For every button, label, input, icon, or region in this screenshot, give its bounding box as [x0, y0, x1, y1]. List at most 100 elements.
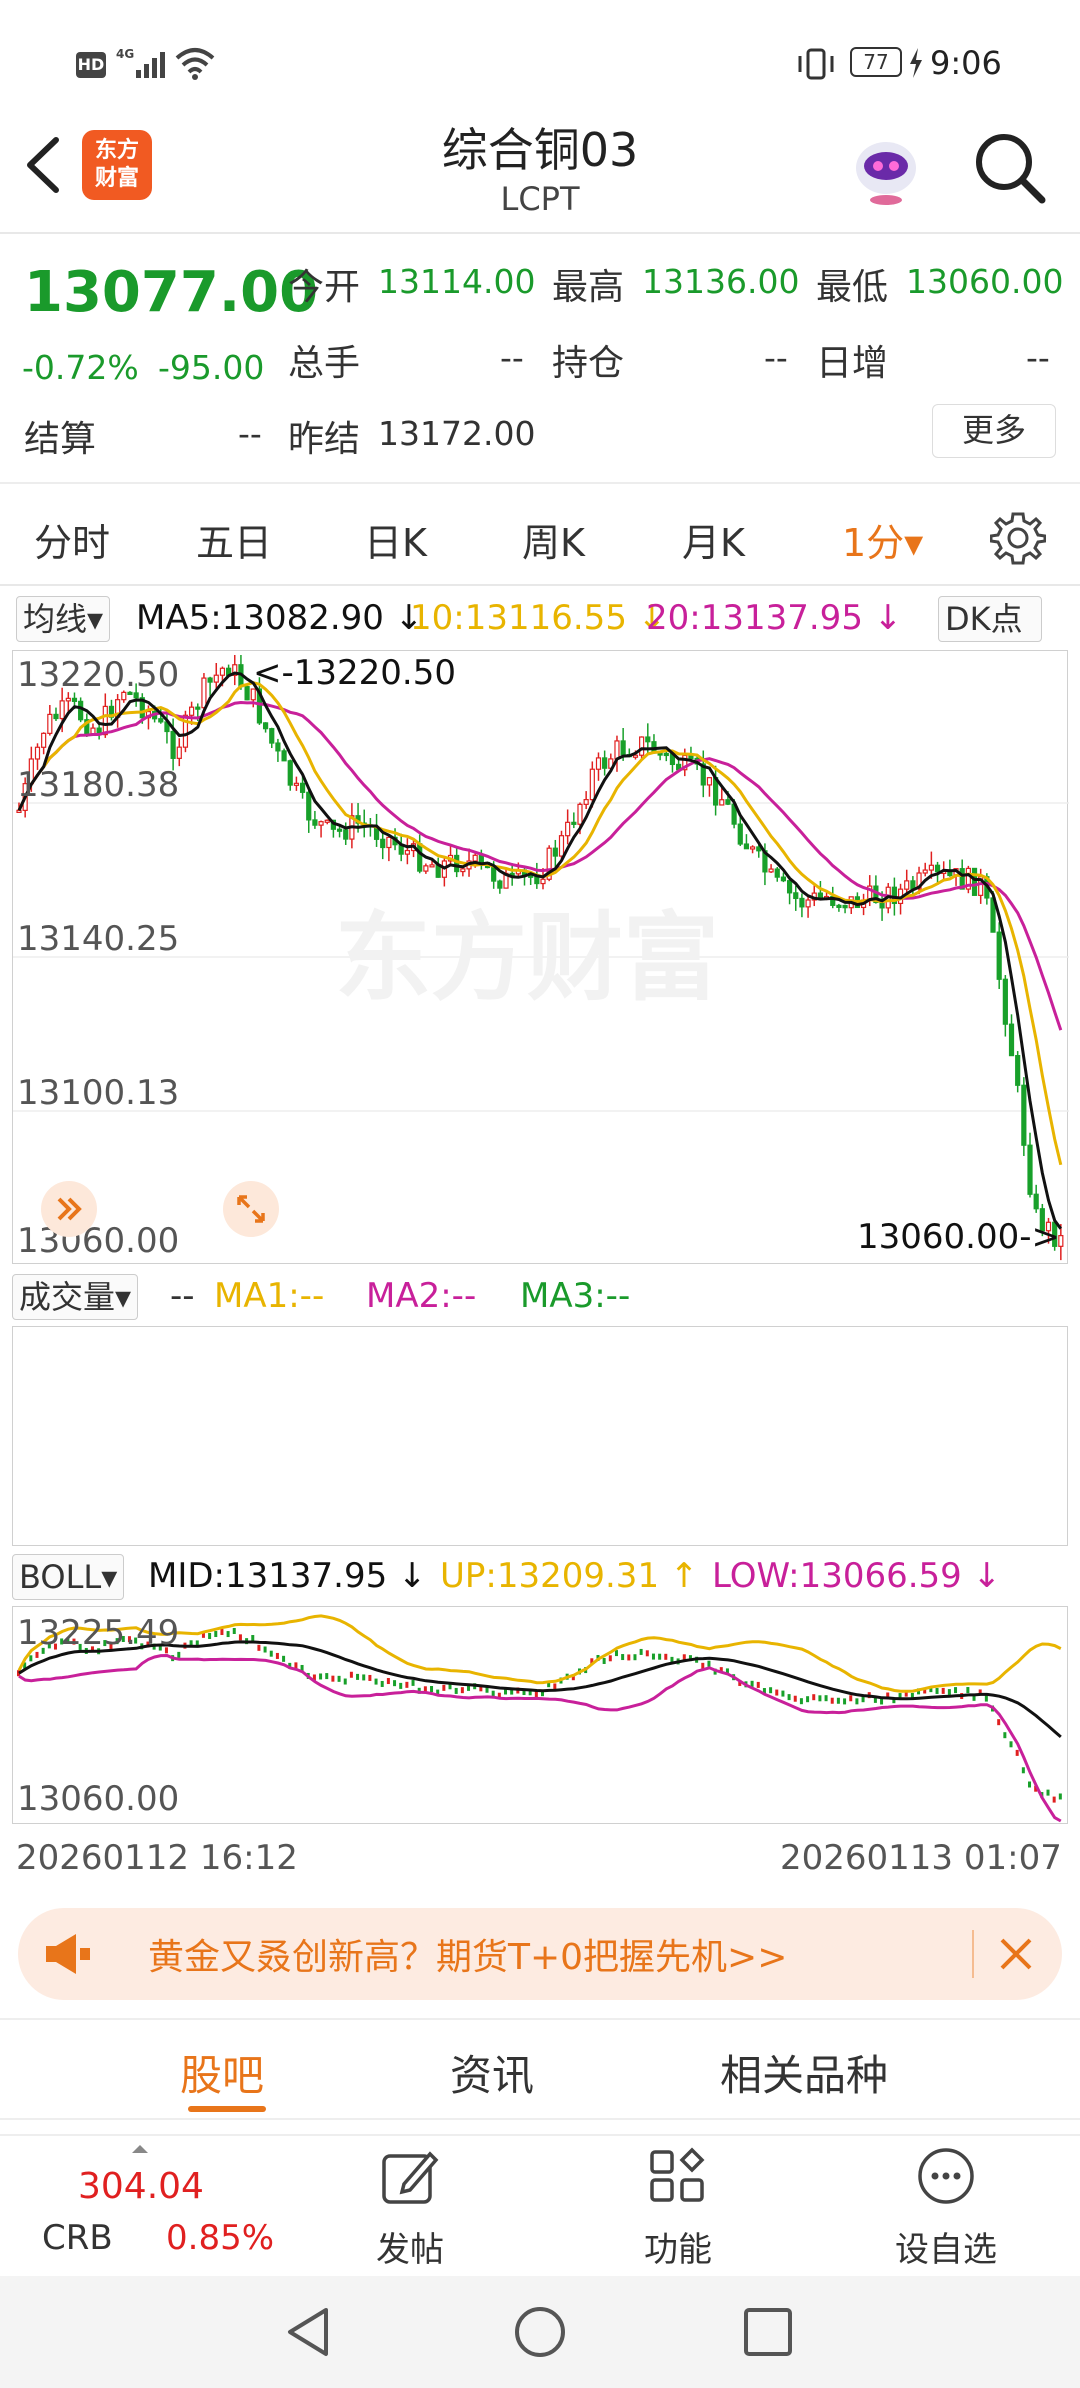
candle-body [219, 667, 226, 676]
y-tick-1: 13220.50 [17, 655, 180, 695]
volume-chart[interactable] [12, 1326, 1068, 1546]
tab-one-minute[interactable]: 1分▾ [842, 512, 923, 567]
boll-candle [386, 1678, 390, 1685]
boll-candle [947, 1689, 951, 1696]
prev-settle-label: 昨结 [288, 419, 361, 460]
boll-candle [1046, 1789, 1050, 1796]
candle-body [632, 754, 639, 758]
boll-candle [319, 1673, 323, 1680]
boll-candle [775, 1689, 779, 1696]
functions-button[interactable]: 功能 [598, 2136, 758, 2276]
y-tick-2: 13180.38 [17, 765, 180, 805]
boll-candle [220, 1629, 224, 1636]
candle-body [386, 836, 392, 849]
kline-chart[interactable]: 东方财富 13220.50 13180.38 13140.25 13100.13… [12, 650, 1069, 1264]
candle-body [620, 740, 626, 756]
candle-body [1027, 1144, 1033, 1195]
candle-body [201, 677, 207, 709]
add-watchlist-button[interactable]: 设自选 [866, 2136, 1026, 2276]
tab-monthly-k[interactable]: 月K [682, 512, 745, 567]
post-button[interactable]: 发帖 [330, 2136, 490, 2276]
boll-candle [349, 1671, 353, 1678]
vol-ma1-legend: MA1:-- [214, 1276, 325, 1316]
post-label: 发帖 [376, 2230, 444, 2270]
clock: 9:06 [930, 44, 1002, 82]
candle-body [324, 819, 330, 823]
daily-increase-label: 日增 [816, 343, 889, 384]
boll-y-top: 13225.49 [17, 1613, 180, 1653]
tab-intraday[interactable]: 分时 [34, 512, 110, 567]
robot-avatar-icon[interactable] [846, 126, 926, 210]
fullscreen-icon[interactable] [223, 1181, 279, 1237]
ma20-legend: 20:13137.95 ↓ [646, 598, 903, 638]
boll-candle [787, 1694, 791, 1701]
boll-candle [954, 1687, 958, 1694]
boll-candle [984, 1695, 988, 1702]
boll-candle [343, 1678, 347, 1685]
tab-five-day[interactable]: 五日 [196, 512, 272, 567]
candle-body [774, 868, 780, 878]
home-circle-icon[interactable] [512, 2304, 568, 2364]
more-button[interactable]: 更多 [932, 404, 1056, 458]
candle-body [460, 868, 466, 873]
candle-body [558, 835, 565, 857]
candle-body [552, 847, 558, 857]
boll-indicator-select[interactable]: BOLL▾ [12, 1554, 125, 1600]
tab-weekly-k[interactable]: 周K [522, 512, 585, 567]
last-price: 13077.00 [24, 260, 319, 325]
boll-candle [442, 1684, 446, 1691]
candle-body [595, 757, 602, 770]
grid-icon [648, 2146, 708, 2210]
candle-body [842, 904, 848, 909]
boll-low-value: LOW:13066.59 [712, 1556, 962, 1596]
candle-body [306, 791, 312, 821]
recents-square-icon[interactable] [742, 2306, 794, 2362]
boll-candlesticks [17, 1627, 1062, 1803]
tab-related[interactable]: 相关品种 [720, 2042, 888, 2103]
candle-body [281, 750, 287, 762]
close-icon[interactable] [994, 1932, 1038, 1980]
candle-body [287, 760, 293, 786]
ma-indicator-select[interactable]: 均线▾ [16, 596, 111, 642]
boll-y-bottom: 13060.00 [17, 1779, 180, 1819]
boll-candle [430, 1686, 434, 1693]
promo-banner[interactable]: 黄金又叒创新高？期货T+0把握先机>> [18, 1908, 1062, 2000]
candle-body [571, 821, 577, 825]
boll-candle [781, 1690, 785, 1697]
time-end: 20260113 01:07 [780, 1838, 1062, 1878]
candle-body [996, 931, 1002, 980]
boll-candle [325, 1673, 329, 1680]
volume-indicator-select[interactable]: 成交量▾ [12, 1274, 139, 1320]
settings-gear-icon[interactable] [989, 510, 1047, 570]
candle-body [34, 746, 41, 760]
volume-value: -- [500, 338, 524, 377]
ma5-value: MA5:13082.90 [136, 598, 384, 638]
candle-body [706, 777, 713, 786]
candle-body [928, 864, 934, 871]
battery-icon: 77 [850, 47, 902, 77]
candle-body [189, 706, 195, 716]
settle-value: -- [238, 414, 262, 453]
boll-candle [812, 1694, 816, 1701]
tab-guba[interactable]: 股吧 [180, 2042, 264, 2103]
index-ticker[interactable]: 304.04 CRB 0.85% [30, 2136, 280, 2276]
candle-body [786, 880, 793, 894]
boll-candle [411, 1679, 415, 1686]
search-icon[interactable] [972, 130, 1048, 210]
candle-body [343, 829, 349, 840]
boll-mid-line [18, 1640, 1062, 1739]
low-value: 13060.00 [906, 262, 1064, 301]
tab-daily-k[interactable]: 日K [364, 512, 427, 567]
boll-candle [658, 1653, 662, 1660]
back-triangle-icon[interactable] [282, 2304, 334, 2364]
index-change: 0.85% [166, 2218, 275, 2258]
candle-body [934, 864, 941, 873]
tab-news[interactable]: 资讯 [450, 2042, 534, 2103]
boll-candle [1015, 1749, 1019, 1756]
expand-sidebar-button[interactable] [41, 1181, 97, 1237]
dk-point-button[interactable]: DK点 [938, 596, 1042, 642]
boll-candle [941, 1687, 945, 1694]
boll-chart[interactable]: 13225.49 13060.00 [12, 1606, 1068, 1824]
y-tick-3: 13140.25 [17, 919, 180, 959]
boll-candle [639, 1648, 643, 1655]
